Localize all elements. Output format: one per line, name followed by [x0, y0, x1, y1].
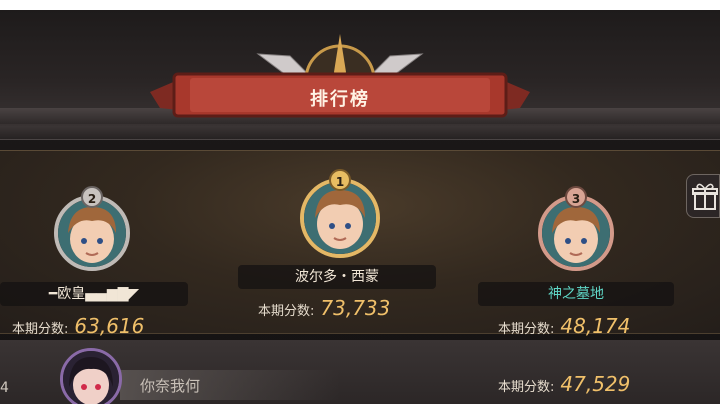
podium-entry-rank-3[interactable]: 3 神之墓地 本期分数: 48,174	[470, 10, 680, 340]
podium-entry-rank-2[interactable]: 2 ━欧皇▄▄▆▇◤ 本期分数: 63,616	[0, 10, 200, 340]
score-value: 63,616	[74, 314, 145, 338]
player-name: 你奈我何	[140, 377, 201, 395]
list-item[interactable]: 4 你奈我何 本期分数: 47,529	[0, 340, 720, 404]
player-name: ━欧皇▄▄▆▇◤	[0, 282, 188, 306]
gift-button[interactable]	[686, 174, 720, 218]
player-name: 神之墓地	[478, 282, 674, 306]
score-label: 本期分数:	[498, 322, 555, 337]
player-name: 波尔多・西蒙	[238, 265, 436, 289]
score-label: 本期分数:	[12, 322, 69, 337]
leaderboard-window: 排行榜 2 ━欧皇▄▄▆▇◤ 本期分数: 63,616 1 波尔多・西蒙 本期分…	[0, 10, 720, 404]
score-value: 47,529	[560, 372, 631, 396]
rank-badge: 1	[329, 169, 351, 191]
score-line: 本期分数: 47,529	[498, 372, 631, 396]
rank-badge: 2	[81, 186, 103, 208]
score-value: 48,174	[560, 314, 631, 338]
score-line: 本期分数: 48,174	[498, 314, 631, 338]
rank-number: 4	[0, 380, 9, 396]
score-label: 本期分数:	[258, 304, 315, 319]
avatar	[60, 348, 122, 404]
score-line: 本期分数: 73,733	[258, 296, 391, 320]
podium-entry-rank-1[interactable]: 1 波尔多・西蒙 本期分数: 73,733	[230, 10, 450, 340]
score-line: 本期分数: 63,616	[12, 314, 145, 338]
rank-badge: 3	[565, 186, 587, 208]
gift-icon	[692, 183, 718, 210]
score-value: 73,733	[320, 296, 391, 320]
score-label: 本期分数:	[498, 380, 555, 395]
